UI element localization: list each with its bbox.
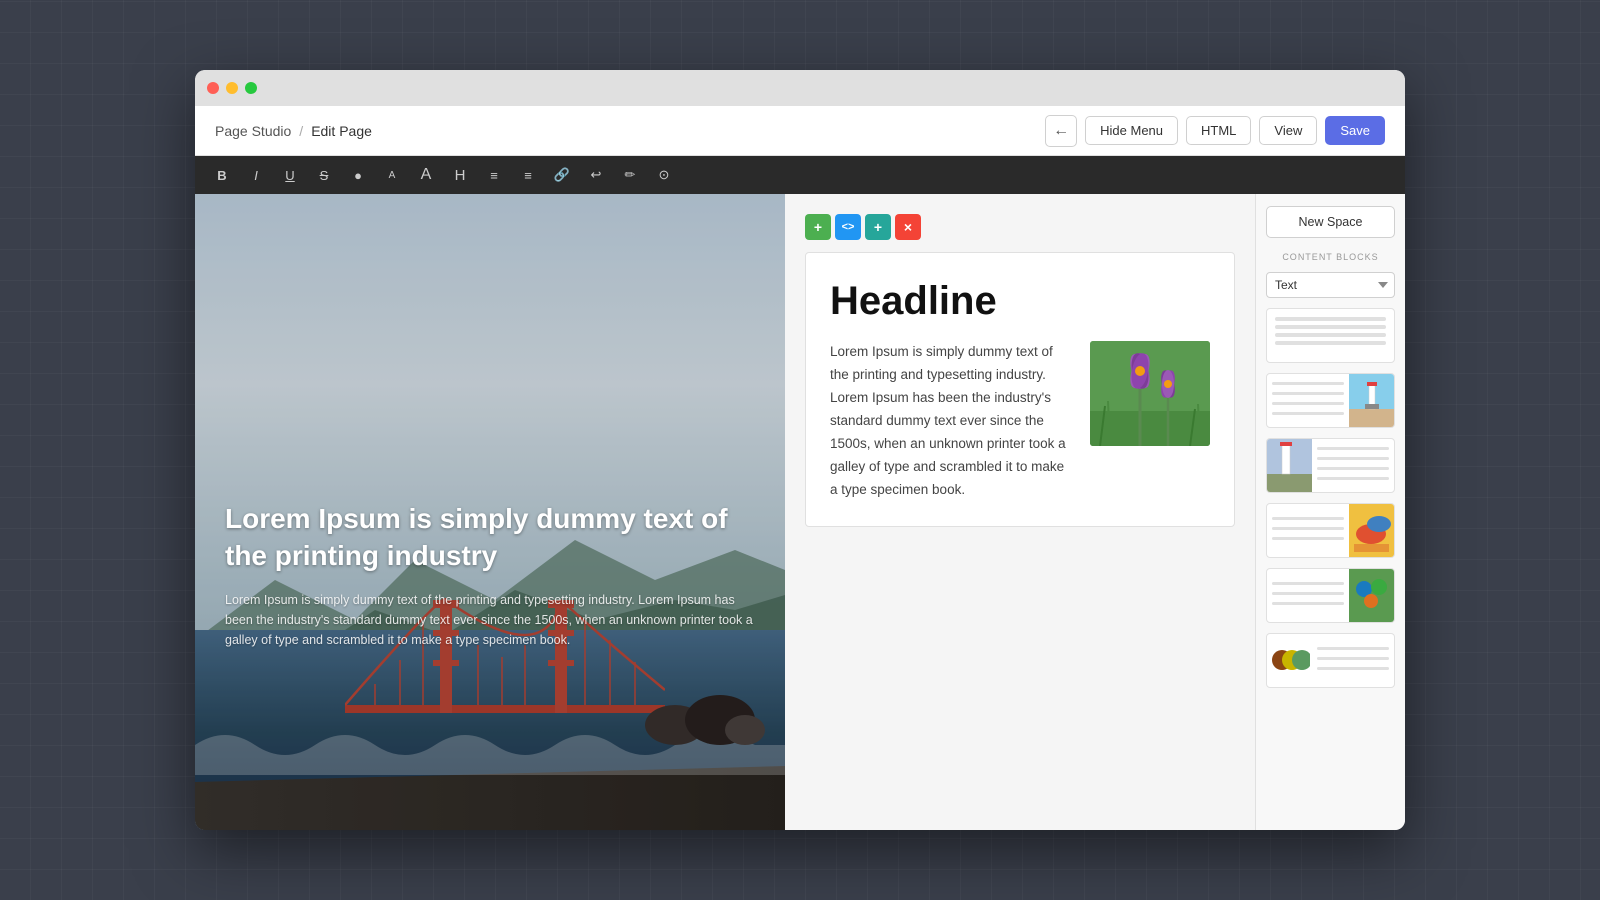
block-controls: + <> + × bbox=[805, 214, 1235, 240]
canvas-content: Lorem Ipsum is simply dummy text of the … bbox=[195, 194, 1255, 830]
canvas: Lorem Ipsum is simply dummy text of the … bbox=[195, 194, 1255, 830]
block-thumbnail-5[interactable] bbox=[1266, 568, 1395, 623]
html-button[interactable]: HTML bbox=[1186, 116, 1251, 145]
flower-svg bbox=[1090, 341, 1210, 446]
header: Page Studio / Edit Page ← Hide Menu HTML… bbox=[195, 106, 1405, 156]
bold-button[interactable]: B bbox=[209, 162, 235, 188]
new-space-button[interactable]: New Space bbox=[1266, 206, 1395, 238]
content-panel: + <> + × Headline Lorem Ipsum is simply … bbox=[785, 194, 1255, 830]
content-blocks-label: CONTENT BLOCKS bbox=[1266, 248, 1395, 262]
formatting-toolbar: B I U S ● A A H ≡ ≡ 🔗 ↩ ✏ ⊙ bbox=[195, 156, 1405, 194]
app-window: Page Studio / Edit Page ← Hide Menu HTML… bbox=[195, 70, 1405, 830]
align-button[interactable]: ≡ bbox=[481, 162, 507, 188]
header-actions: ← Hide Menu HTML View Save bbox=[1045, 115, 1385, 147]
content-body-row: Lorem Ipsum is simply dummy text of the … bbox=[830, 341, 1210, 502]
link-button[interactable]: 🔗 bbox=[549, 162, 575, 188]
titlebar bbox=[195, 70, 1405, 106]
breadcrumb-separator: / bbox=[299, 123, 303, 139]
main-content: Lorem Ipsum is simply dummy text of the … bbox=[195, 194, 1405, 830]
breadcrumb: Page Studio / Edit Page bbox=[215, 123, 1045, 139]
strikethrough-button[interactable]: S bbox=[311, 162, 337, 188]
settings-button[interactable]: ⊙ bbox=[651, 162, 677, 188]
view-button[interactable]: View bbox=[1259, 116, 1317, 145]
edit-button[interactable]: ✏ bbox=[617, 162, 643, 188]
block-thumbnail-6[interactable] bbox=[1266, 633, 1395, 688]
content-body-text: Lorem Ipsum is simply dummy text of the … bbox=[830, 341, 1074, 502]
content-image bbox=[1090, 341, 1210, 446]
window-controls bbox=[207, 82, 257, 94]
underline-button[interactable]: U bbox=[277, 162, 303, 188]
panel-text: Lorem Ipsum is simply dummy text of the … bbox=[225, 501, 755, 650]
panel-headline: Lorem Ipsum is simply dummy text of the … bbox=[225, 501, 755, 574]
block-type-select[interactable]: Text Image Button Divider HTML bbox=[1266, 272, 1395, 298]
undo-button[interactable]: ↩ bbox=[583, 162, 609, 188]
fullscreen-button[interactable] bbox=[245, 82, 257, 94]
block-thumbnail-1[interactable] bbox=[1266, 308, 1395, 363]
save-button[interactable]: Save bbox=[1325, 116, 1385, 145]
breadcrumb-current: Edit Page bbox=[311, 123, 372, 139]
block-thumbnail-3[interactable] bbox=[1266, 438, 1395, 493]
block-thumbnail-4[interactable] bbox=[1266, 503, 1395, 558]
content-headline: Headline bbox=[830, 277, 1210, 325]
delete-block-button[interactable]: × bbox=[895, 214, 921, 240]
close-button[interactable] bbox=[207, 82, 219, 94]
font-size-small-button[interactable]: A bbox=[379, 162, 405, 188]
code-block-button[interactable]: <> bbox=[835, 214, 861, 240]
heading-button[interactable]: H bbox=[447, 162, 473, 188]
italic-button[interactable]: I bbox=[243, 162, 269, 188]
content-block: Headline Lorem Ipsum is simply dummy tex… bbox=[805, 252, 1235, 527]
panel-body: Lorem Ipsum is simply dummy text of the … bbox=[225, 590, 755, 650]
sidebar: New Space CONTENT BLOCKS Text Image Butt… bbox=[1255, 194, 1405, 830]
hide-menu-button[interactable]: Hide Menu bbox=[1085, 116, 1178, 145]
image-panel: Lorem Ipsum is simply dummy text of the … bbox=[195, 194, 785, 830]
block-thumbnail-2[interactable] bbox=[1266, 373, 1395, 428]
insert-block-button[interactable]: + bbox=[865, 214, 891, 240]
highlight-button[interactable]: ● bbox=[345, 162, 371, 188]
font-size-large-button[interactable]: A bbox=[413, 162, 439, 188]
breadcrumb-app[interactable]: Page Studio bbox=[215, 123, 291, 139]
list-button[interactable]: ≡ bbox=[515, 162, 541, 188]
add-block-button[interactable]: + bbox=[805, 214, 831, 240]
minimize-button[interactable] bbox=[226, 82, 238, 94]
back-button[interactable]: ← bbox=[1045, 115, 1077, 147]
